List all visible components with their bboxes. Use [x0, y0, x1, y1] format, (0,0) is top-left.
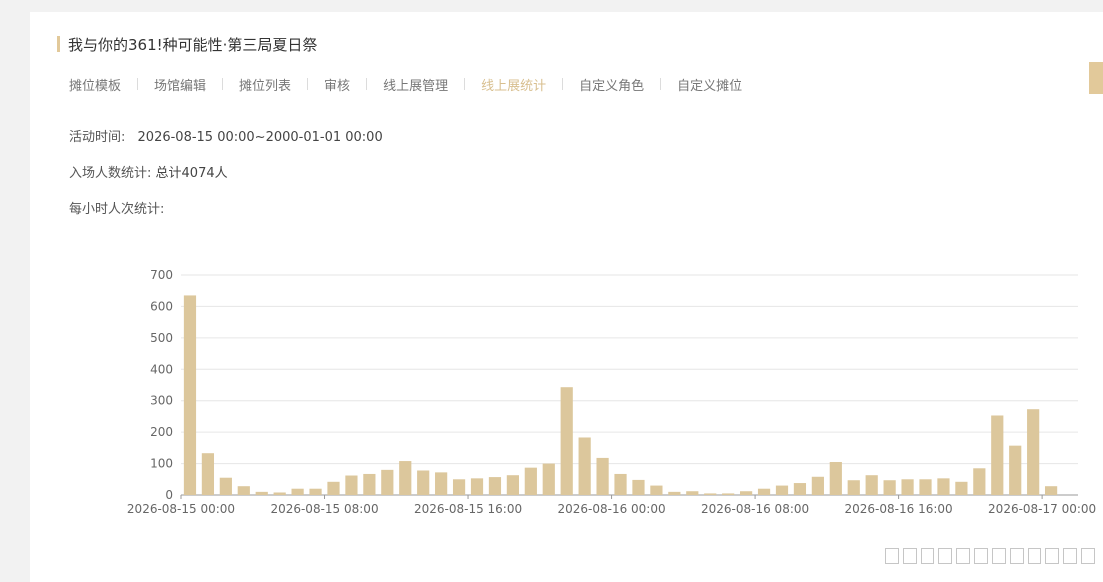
watermark — [885, 545, 1095, 567]
watermark-glyph — [938, 548, 953, 564]
tab-venue-edit[interactable]: 场馆编辑 — [154, 75, 206, 94]
watermark-glyph — [902, 548, 917, 564]
tab-separator — [660, 78, 662, 90]
title-accent-bar — [57, 36, 60, 52]
tab-review[interactable]: 审核 — [324, 75, 350, 94]
tab-separator — [222, 78, 224, 90]
tab-custom-roles[interactable]: 自定义角色 — [579, 75, 644, 94]
tab-custom-booths[interactable]: 自定义摊位 — [677, 75, 742, 94]
hourly-stats-label: 每小时人次统计: — [69, 202, 165, 217]
watermark-glyph — [991, 548, 1006, 564]
main-card: 我与你的361!种可能性·第三局夏日祭 摊位模板 场馆编辑 摊位列表 审核 线上… — [30, 12, 1103, 582]
tab-online-exhibition-management[interactable]: 线上展管理 — [383, 75, 448, 94]
tab-separator — [562, 78, 564, 90]
watermark-glyph — [1063, 548, 1078, 564]
attendance-row: 入场人数统计: 总计4074人 — [69, 162, 228, 181]
watermark-glyph — [974, 548, 988, 564]
tab-booth-template[interactable]: 摊位模板 — [69, 75, 121, 94]
watermark-glyph — [1045, 548, 1060, 564]
side-action-button[interactable] — [1089, 62, 1103, 94]
activity-time-row: 活动时间: 2026-08-15 00:00~2000-01-01 00:00 — [69, 126, 383, 145]
tab-bar: 摊位模板 场馆编辑 摊位列表 审核 线上展管理 线上展统计 自定义角色 自定义摊… — [69, 74, 742, 94]
activity-time-value: 2026-08-15 00:00~2000-01-01 00:00 — [137, 130, 383, 145]
watermark-glyph — [1027, 548, 1042, 564]
watermark-glyph — [1009, 548, 1024, 564]
watermark-glyph — [1081, 548, 1095, 564]
watermark-glyph — [956, 548, 971, 564]
hourly-stats-row: 每小时人次统计: — [69, 198, 164, 217]
tab-separator — [307, 78, 309, 90]
tab-booth-list[interactable]: 摊位列表 — [239, 75, 291, 94]
tab-online-exhibition-statistics[interactable]: 线上展统计 — [481, 75, 546, 94]
attendance-total: 总计4074人 — [155, 166, 228, 181]
attendance-label: 入场人数统计: — [69, 166, 152, 181]
page-title-bar: 我与你的361!种可能性·第三局夏日祭 — [57, 34, 317, 54]
watermark-glyph — [920, 548, 935, 564]
tab-separator — [366, 78, 368, 90]
activity-time-label: 活动时间: — [69, 130, 126, 145]
tab-separator — [137, 78, 139, 90]
watermark-glyph — [885, 548, 899, 564]
page-title: 我与你的361!种可能性·第三局夏日祭 — [68, 35, 318, 54]
tab-separator — [464, 78, 466, 90]
